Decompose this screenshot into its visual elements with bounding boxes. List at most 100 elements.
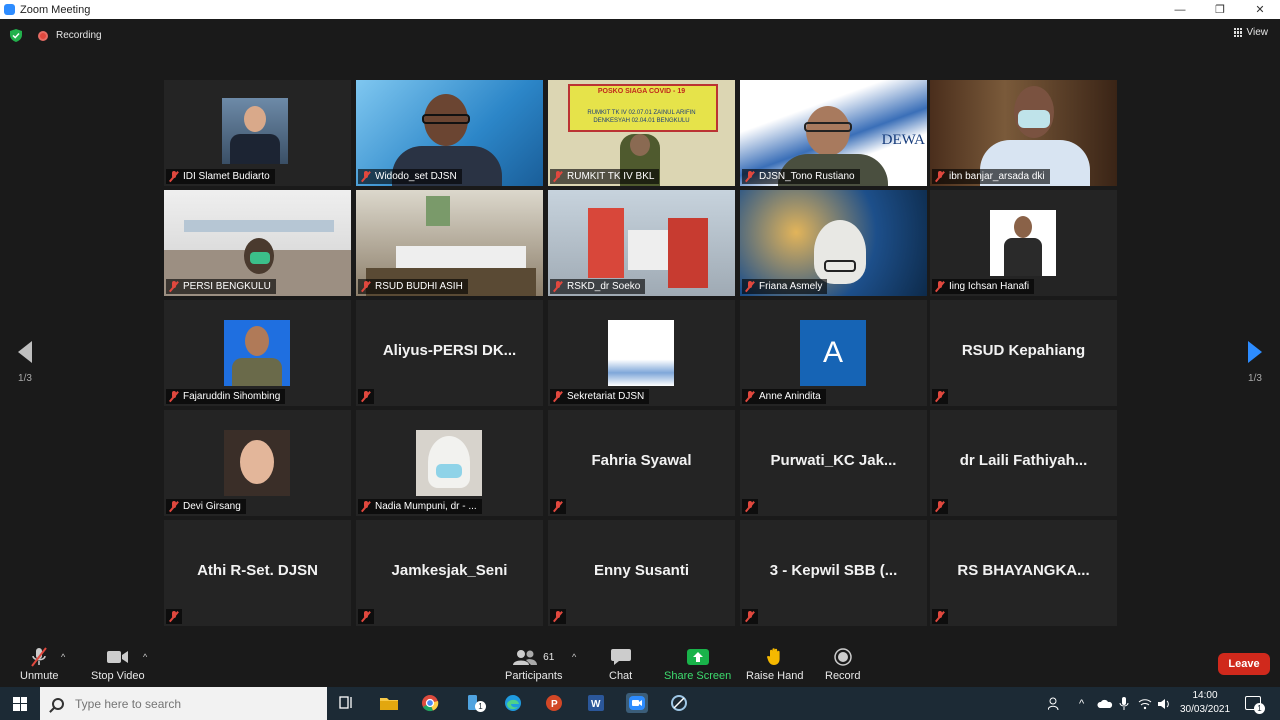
- audio-options-caret-icon[interactable]: ^: [61, 652, 65, 662]
- participant-tile-sekretariat-djsn[interactable]: Sekretariat DJSN: [548, 300, 735, 406]
- participant-name: Fajaruddin Sihombing: [183, 391, 281, 402]
- phone-app-icon[interactable]: 1: [463, 693, 486, 713]
- participant-tile-nadia[interactable]: Nadia Mumpuni, dr - ...: [356, 410, 543, 516]
- participant-name: Iing Ichsan Hanafi: [949, 281, 1030, 292]
- word-icon[interactable]: W: [585, 693, 607, 713]
- share-screen-button[interactable]: Share Screen: [664, 646, 731, 682]
- view-button[interactable]: View: [1233, 27, 1268, 38]
- participant-name-label: [932, 609, 948, 624]
- participant-name-label: PERSI BENGKULU: [166, 279, 276, 294]
- participant-tile-rskd-soeko[interactable]: RSKD_dr Soeko: [548, 190, 735, 296]
- stop-video-button[interactable]: Stop Video: [91, 646, 145, 682]
- raise-hand-button[interactable]: Raise Hand: [746, 646, 803, 682]
- participant-name-label: DJSN_Tono Rustiano: [742, 169, 860, 184]
- participant-tile-rs-bhayangka[interactable]: RS BHAYANGKA...: [930, 520, 1117, 626]
- onedrive-icon[interactable]: [1097, 687, 1113, 720]
- participant-tile-kepwil-sbb[interactable]: 3 - Kepwil SBB (...: [740, 520, 927, 626]
- raise-hand-icon: [766, 648, 780, 665]
- participants-button[interactable]: 61 Participants: [505, 646, 562, 682]
- volume-icon[interactable]: [1157, 687, 1171, 720]
- taskbar-search[interactable]: [40, 687, 327, 720]
- participant-name: Devi Girsang: [183, 501, 241, 512]
- microphone-muted-icon: [169, 281, 179, 292]
- taskbar-search-input[interactable]: [75, 696, 295, 711]
- app-badge: 1: [475, 701, 486, 712]
- recording-label: Recording: [56, 30, 102, 41]
- minimize-button[interactable]: —: [1160, 0, 1200, 19]
- video-camera-icon: [106, 651, 128, 663]
- participant-tile-athi[interactable]: Athi R-Set. DJSN: [164, 520, 351, 626]
- microphone-muted-icon: [31, 647, 48, 667]
- tray-overflow-icon[interactable]: ^: [1079, 687, 1084, 720]
- people-icon[interactable]: [1048, 687, 1062, 720]
- security-shield-icon[interactable]: [10, 29, 22, 42]
- arrow-left-icon: [18, 341, 32, 363]
- participant-tile-ibn-banjar[interactable]: ibn banjar_arsada dki: [930, 80, 1117, 186]
- participant-tile-laili[interactable]: dr Laili Fathiyah...: [930, 410, 1117, 516]
- close-button[interactable]: ✕: [1240, 0, 1280, 19]
- edge-icon[interactable]: [502, 693, 524, 713]
- start-button[interactable]: [0, 687, 40, 720]
- participant-tile-djsn-tono[interactable]: DEWA DJSN_Tono Rustiano: [740, 80, 927, 186]
- participant-tile-jamkesjak[interactable]: Jamkesjak_Seni: [356, 520, 543, 626]
- participant-tile-rumkit[interactable]: POSKO SIAGA COVID - 19 RUMKIT TK IV 02.07…: [548, 80, 735, 186]
- page-indicator-left: 1/3: [18, 373, 32, 384]
- participant-display-name: 3 - Kepwil SBB (...: [769, 562, 898, 579]
- participant-tile-aliyus[interactable]: Aliyus-PERSI DK...: [356, 300, 543, 406]
- maximize-button[interactable]: ❐: [1200, 0, 1240, 19]
- task-view-icon[interactable]: [336, 693, 358, 713]
- previous-page-button[interactable]: 1/3: [10, 341, 40, 384]
- leave-button[interactable]: Leave: [1218, 653, 1270, 675]
- participant-display-name: Jamkesjak_Seni: [391, 562, 508, 579]
- participant-name: Widodo_set DJSN: [375, 171, 457, 182]
- record-icon: [833, 648, 852, 666]
- participant-tile-anne[interactable]: A Anne Anindita: [740, 300, 927, 406]
- participant-tile-rsud-kepahiang[interactable]: RSUD Kepahiang: [930, 300, 1117, 406]
- participant-tile-fajaruddin[interactable]: Fajaruddin Sihombing: [164, 300, 351, 406]
- chat-button[interactable]: Chat: [609, 646, 632, 682]
- microphone-muted-icon: [745, 391, 755, 402]
- participant-tile-enny[interactable]: Enny Susanti: [548, 520, 735, 626]
- video-options-caret-icon[interactable]: ^: [143, 652, 147, 662]
- network-wifi-icon[interactable]: [1138, 687, 1152, 720]
- participant-tile-friana[interactable]: Friana Asmely: [740, 190, 927, 296]
- unmute-button[interactable]: Unmute: [20, 646, 59, 682]
- participant-tile-widodo[interactable]: Widodo_set DJSN: [356, 80, 543, 186]
- participants-icon: [513, 650, 538, 665]
- microphone-muted-icon: [935, 611, 945, 622]
- profile-photo: [416, 430, 482, 496]
- zoom-taskbar-icon[interactable]: [626, 693, 648, 713]
- taskbar-clock[interactable]: 14:00 30/03/2021: [1180, 689, 1230, 717]
- participant-name-label: Anne Anindita: [742, 389, 826, 404]
- grid-view-icon: [1233, 28, 1243, 37]
- participant-tile-rsud-budhi-asih[interactable]: RSUD BUDHI ASIH: [356, 190, 543, 296]
- windows-logo-icon: [13, 696, 27, 711]
- svg-text:W: W: [591, 699, 601, 710]
- powerpoint-icon[interactable]: P: [543, 693, 565, 713]
- snipping-tool-icon[interactable]: [668, 693, 690, 713]
- record-button[interactable]: Record: [825, 646, 860, 682]
- participant-tile-iing[interactable]: Iing Ichsan Hanafi: [930, 190, 1117, 296]
- participant-name: RSKD_dr Soeko: [567, 281, 641, 292]
- microphone-muted-icon: [745, 501, 755, 512]
- svg-text:P: P: [551, 699, 558, 710]
- record-label: Record: [825, 670, 861, 682]
- microphone-muted-icon: [361, 171, 371, 182]
- rumkit-line1-text: RUMKIT TK IV 02.07.01 ZAINUL ARIFIN: [587, 110, 696, 116]
- participant-name-label: Devi Girsang: [166, 499, 246, 514]
- chrome-icon[interactable]: [419, 693, 441, 713]
- participant-tile-purwati[interactable]: Purwati_KC Jak...: [740, 410, 927, 516]
- microphone-muted-icon: [553, 281, 563, 292]
- participant-tile-persi-bengkulu[interactable]: PERSI BENGKULU: [164, 190, 351, 296]
- participant-name-label: [742, 499, 758, 514]
- participants-caret-icon[interactable]: ^: [572, 652, 576, 662]
- participant-tile-idi-slamet[interactable]: IDI Slamet Budiarto: [164, 80, 351, 186]
- participant-tile-fahria[interactable]: Fahria Syawal: [548, 410, 735, 516]
- next-page-button[interactable]: 1/3: [1240, 341, 1270, 384]
- participant-tile-devi[interactable]: Devi Girsang: [164, 410, 351, 516]
- file-explorer-icon[interactable]: [378, 693, 400, 713]
- participant-name-label: ibn banjar_arsada dki: [932, 169, 1050, 184]
- participant-name-label: [932, 499, 948, 514]
- chat-bubble-icon: [610, 649, 631, 665]
- microphone-tray-icon[interactable]: [1119, 687, 1129, 720]
